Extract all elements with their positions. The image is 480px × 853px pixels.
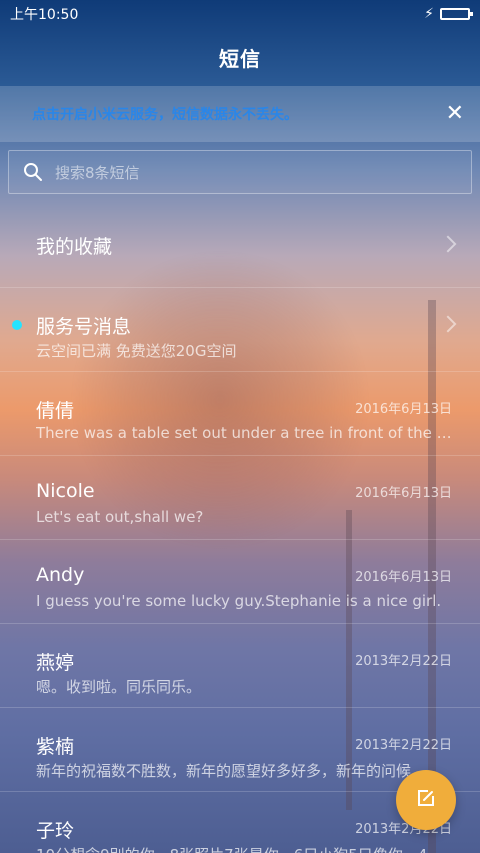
- conversation-row-favorites[interactable]: 我的收藏: [0, 204, 480, 288]
- conversation-preview: Let's eat out,shall we?: [36, 508, 204, 526]
- conversation-name: 我的收藏: [36, 236, 113, 258]
- conversation-preview: 10分想念9别的你，8张照片7张是你，6只小狗5只像你，4…: [36, 844, 454, 853]
- battery-icon: [440, 8, 473, 20]
- conversation-preview: I guess you're some lucky guy.Stephanie …: [36, 592, 442, 610]
- unread-dot: [12, 320, 22, 330]
- status-bar: 上午10:50 ⚡: [0, 0, 480, 28]
- conversation-name: 燕婷: [36, 652, 75, 674]
- conversation-date: 2016年6月13日: [355, 486, 452, 501]
- conversation-name: 倩倩: [36, 400, 75, 422]
- search-icon: [23, 162, 43, 182]
- conversation-row[interactable]: 燕婷 2013年2月22日 嗯。收到啦。同乐同乐。: [0, 624, 480, 708]
- cloud-service-banner[interactable]: 点击开启小米云服务，短信数据永不丢失。 ✕: [0, 86, 480, 142]
- page-title: 短信: [219, 46, 261, 71]
- conversation-preview: There was a table set out under a tree i…: [36, 424, 454, 442]
- chevron-right-icon: [439, 315, 457, 333]
- conversation-name: 子玲: [36, 820, 75, 842]
- banner-text[interactable]: 点击开启小米云服务，短信数据永不丢失。: [32, 104, 298, 124]
- conversation-date: 2013年2月22日: [355, 738, 452, 753]
- conversation-date: 2016年6月13日: [355, 402, 452, 417]
- compose-icon: [416, 788, 436, 812]
- status-icons: ⚡: [424, 6, 473, 22]
- close-icon[interactable]: ✕: [446, 103, 464, 125]
- conversation-row[interactable]: 倩倩 2016年6月13日 There was a table set out …: [0, 372, 480, 456]
- conversation-date: 2013年2月22日: [355, 654, 452, 669]
- conversation-name: Nicole: [36, 480, 95, 502]
- app-title-bar: 短信: [0, 28, 480, 86]
- compose-button[interactable]: [396, 770, 456, 830]
- status-time: 上午10:50: [10, 7, 79, 23]
- conversation-preview: 云空间已满 免费送您20G空间: [36, 342, 237, 360]
- conversation-list: 我的收藏 服务号消息 云空间已满 免费送您20G空间 倩倩 2016年6月13日…: [0, 204, 480, 853]
- conversation-name: Andy: [36, 564, 85, 586]
- search-input[interactable]: 搜索8条短信: [8, 150, 472, 194]
- conversation-row[interactable]: Andy 2016年6月13日 I guess you're some luck…: [0, 540, 480, 624]
- charging-icon: ⚡: [424, 6, 434, 22]
- search-placeholder: 搜索8条短信: [55, 163, 140, 182]
- conversation-row[interactable]: Nicole 2016年6月13日 Let's eat out,shall we…: [0, 456, 480, 540]
- conversation-row-service-messages[interactable]: 服务号消息 云空间已满 免费送您20G空间: [0, 288, 480, 372]
- conversation-preview: 嗯。收到啦。同乐同乐。: [36, 678, 202, 696]
- chevron-right-icon: [439, 235, 457, 253]
- conversation-preview: 新年的祝福数不胜数，新年的愿望好多好多，新年的问候…: [36, 762, 427, 780]
- conversation-date: 2016年6月13日: [355, 570, 452, 585]
- conversation-name: 紫楠: [36, 736, 75, 758]
- conversation-name: 服务号消息: [36, 316, 132, 338]
